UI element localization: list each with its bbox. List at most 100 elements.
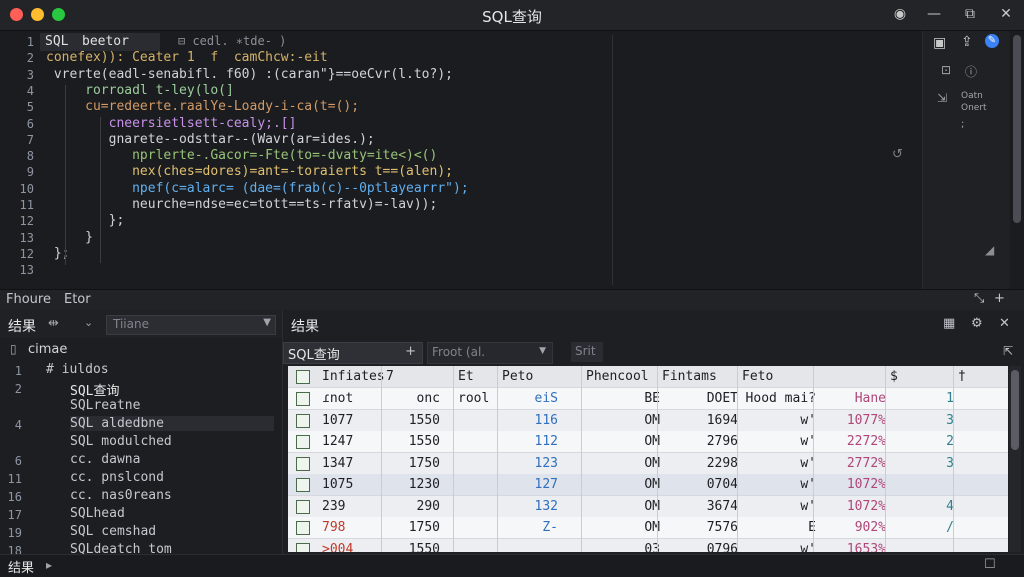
tree-item[interactable]: SQL aldedbne bbox=[70, 416, 274, 431]
close-icon[interactable]: ✕ bbox=[997, 6, 1015, 22]
export-icon[interactable]: ⇱ bbox=[1003, 344, 1013, 358]
fold-icon[interactable]: ↺ bbox=[892, 147, 903, 162]
tree-item[interactable]: SQL查询 bbox=[70, 380, 119, 399]
table-row[interactable]: >004 1550 03 0796 w' 1653% bbox=[288, 538, 1008, 553]
tree-item[interactable]: SQLreatne bbox=[70, 398, 140, 413]
grid-header-row[interactable]: Infiates 7 Et Peto Phencool Fintams Feto $ † bbox=[288, 366, 1008, 388]
filter-select[interactable]: Froot (al. ▼ bbox=[427, 342, 553, 364]
row-checkbox[interactable] bbox=[296, 456, 310, 471]
sort-button[interactable]: Srit bbox=[571, 342, 603, 362]
column-header[interactable]: Fintams bbox=[660, 366, 738, 387]
row-checkbox[interactable] bbox=[296, 392, 310, 406]
bookmark-icon[interactable]: ▣ bbox=[933, 35, 946, 51]
resize-icon[interactable]: ⤡ bbox=[974, 291, 984, 306]
row-checkbox[interactable] bbox=[296, 542, 310, 552]
column-divider[interactable] bbox=[657, 366, 658, 552]
column-divider[interactable] bbox=[497, 366, 498, 552]
add-icon[interactable]: + bbox=[405, 344, 416, 359]
line-number: 4 bbox=[26, 83, 34, 98]
tab-fhoure[interactable]: Fhoure bbox=[6, 292, 51, 307]
table-cell: 0704 bbox=[706, 477, 738, 492]
table-cell bbox=[456, 539, 498, 553]
column-header[interactable]: † bbox=[956, 366, 1008, 387]
row-checkbox[interactable] bbox=[296, 435, 310, 449]
select-all-checkbox[interactable] bbox=[296, 370, 310, 384]
column-divider[interactable] bbox=[581, 366, 582, 552]
row-checkbox[interactable] bbox=[296, 478, 310, 492]
pin-icon[interactable]: ◉ bbox=[891, 6, 909, 22]
results-grid[interactable]: Infiates 7 Et Peto Phencool Fintams Feto $ † ɾnot… bbox=[288, 366, 1008, 552]
column-header[interactable]: Phencool bbox=[584, 366, 660, 387]
folder-icon: ▯ bbox=[10, 342, 17, 356]
grid-icon[interactable]: ▦ bbox=[943, 316, 955, 331]
editor-scrollbar[interactable] bbox=[1010, 31, 1024, 289]
row-checkbox[interactable] bbox=[296, 499, 310, 514]
scrollbar-thumb[interactable] bbox=[1011, 370, 1019, 450]
column-divider[interactable] bbox=[737, 366, 738, 552]
filter-icon[interactable]: ⇹ bbox=[48, 316, 59, 331]
minimize-icon[interactable]: — bbox=[925, 6, 943, 22]
tree-item[interactable]: SQLhead bbox=[70, 506, 125, 521]
table-row[interactable]: ɾnot onc rool eiS BE DOET Hood mai? Hane 1 bbox=[288, 388, 1008, 410]
column-header[interactable]: 7 bbox=[384, 366, 440, 387]
tree-item[interactable]: cc. nas0reans bbox=[70, 488, 172, 503]
edit-badge-icon[interactable]: ✎ bbox=[985, 34, 999, 48]
play-icon[interactable]: ▸ bbox=[46, 558, 52, 572]
status-bar: 结果 ▸ ☐ bbox=[0, 554, 1024, 577]
share-icon[interactable]: ⇪ bbox=[961, 34, 973, 50]
table-row[interactable]: 1075 1230 127 OM 0704 w' 1072% bbox=[288, 474, 1008, 496]
indent-guide bbox=[65, 85, 66, 265]
table-row[interactable]: 1077 1550 116 OM 1694 w' 1077% 3 bbox=[288, 409, 1008, 432]
table-cell: w' bbox=[800, 498, 816, 514]
column-divider[interactable] bbox=[381, 366, 382, 552]
tree-root[interactable]: cimae bbox=[28, 342, 67, 357]
column-ruler bbox=[612, 35, 613, 285]
restore-icon[interactable]: ⧉ bbox=[961, 6, 979, 22]
tree-item[interactable]: SQL cemshad bbox=[70, 524, 156, 539]
table-cell: 2796 bbox=[706, 434, 738, 449]
tree-item[interactable]: SQL modulched bbox=[70, 434, 172, 449]
close-icon[interactable]: ✕ bbox=[999, 316, 1010, 331]
column-header[interactable]: Et bbox=[456, 366, 498, 387]
code-line: nex(ches=dores)=ant=-toraierts t==(alen)… bbox=[46, 164, 453, 180]
tree-item[interactable]: cc. pnslcond bbox=[70, 470, 164, 485]
gear-icon[interactable]: ⚙ bbox=[971, 316, 983, 331]
column-header[interactable]: $ bbox=[888, 366, 954, 387]
row-checkbox[interactable] bbox=[296, 521, 310, 535]
info-icon[interactable]: ⓘ bbox=[965, 63, 977, 80]
table-row[interactable]: 798 1750 Z- OM 7576E 902% / bbox=[288, 517, 1008, 539]
line-number: 8 bbox=[26, 149, 34, 164]
tree-line-number: 19 bbox=[7, 526, 22, 540]
split-icon[interactable]: ⊡ bbox=[941, 63, 951, 77]
tab-etor[interactable]: Etor bbox=[64, 292, 91, 307]
query-field[interactable]: SQL查询 + bbox=[283, 342, 423, 364]
scrollbar-thumb[interactable] bbox=[1013, 35, 1021, 223]
column-header[interactable]: Infiates bbox=[320, 366, 386, 387]
editor-tab[interactable]: SQL beetor bbox=[40, 33, 160, 51]
tree-line-number: 6 bbox=[14, 454, 22, 468]
table-cell: 127 bbox=[534, 477, 558, 492]
line-number: 6 bbox=[26, 116, 34, 131]
column-divider[interactable] bbox=[813, 366, 814, 552]
row-checkbox[interactable] bbox=[296, 413, 310, 428]
maximize-panel-icon[interactable]: ☐ bbox=[984, 557, 996, 572]
column-header[interactable]: Feto bbox=[740, 366, 816, 387]
tree-item[interactable]: cc. dawna bbox=[70, 452, 140, 467]
table-row[interactable]: 1247 1550 112 OM 2796 w' 2272% 2 bbox=[288, 431, 1008, 453]
comment-icon[interactable]: ◢ bbox=[985, 243, 994, 257]
table-row[interactable]: 239 290 132 OM 3674 w' 1072% 4 bbox=[288, 495, 1008, 518]
column-divider[interactable] bbox=[885, 366, 886, 552]
column-header[interactable] bbox=[816, 366, 886, 387]
column-divider[interactable] bbox=[953, 366, 954, 552]
grid-scrollbar[interactable] bbox=[1009, 366, 1021, 552]
column-header[interactable]: Peto bbox=[500, 366, 558, 387]
tree-item[interactable]: # iuldos bbox=[46, 362, 109, 377]
table-row[interactable]: 1347 1750 123 OM 2298 w' 2772% 3 bbox=[288, 452, 1008, 475]
code-editor[interactable]: SQL beetor ⊟ cedl. ∗tde- ) 1 2 3 4 5 6 7 8 9 10 11… bbox=[0, 31, 922, 289]
explorer-select[interactable]: Tiiane ▼ bbox=[106, 315, 276, 335]
add-panel-icon[interactable]: + bbox=[994, 291, 1005, 306]
chevron-down-icon[interactable]: ⌄ bbox=[84, 316, 93, 329]
column-divider[interactable] bbox=[453, 366, 454, 552]
table-cell bbox=[456, 410, 498, 431]
expand-icon[interactable]: ⇲ bbox=[937, 91, 947, 105]
